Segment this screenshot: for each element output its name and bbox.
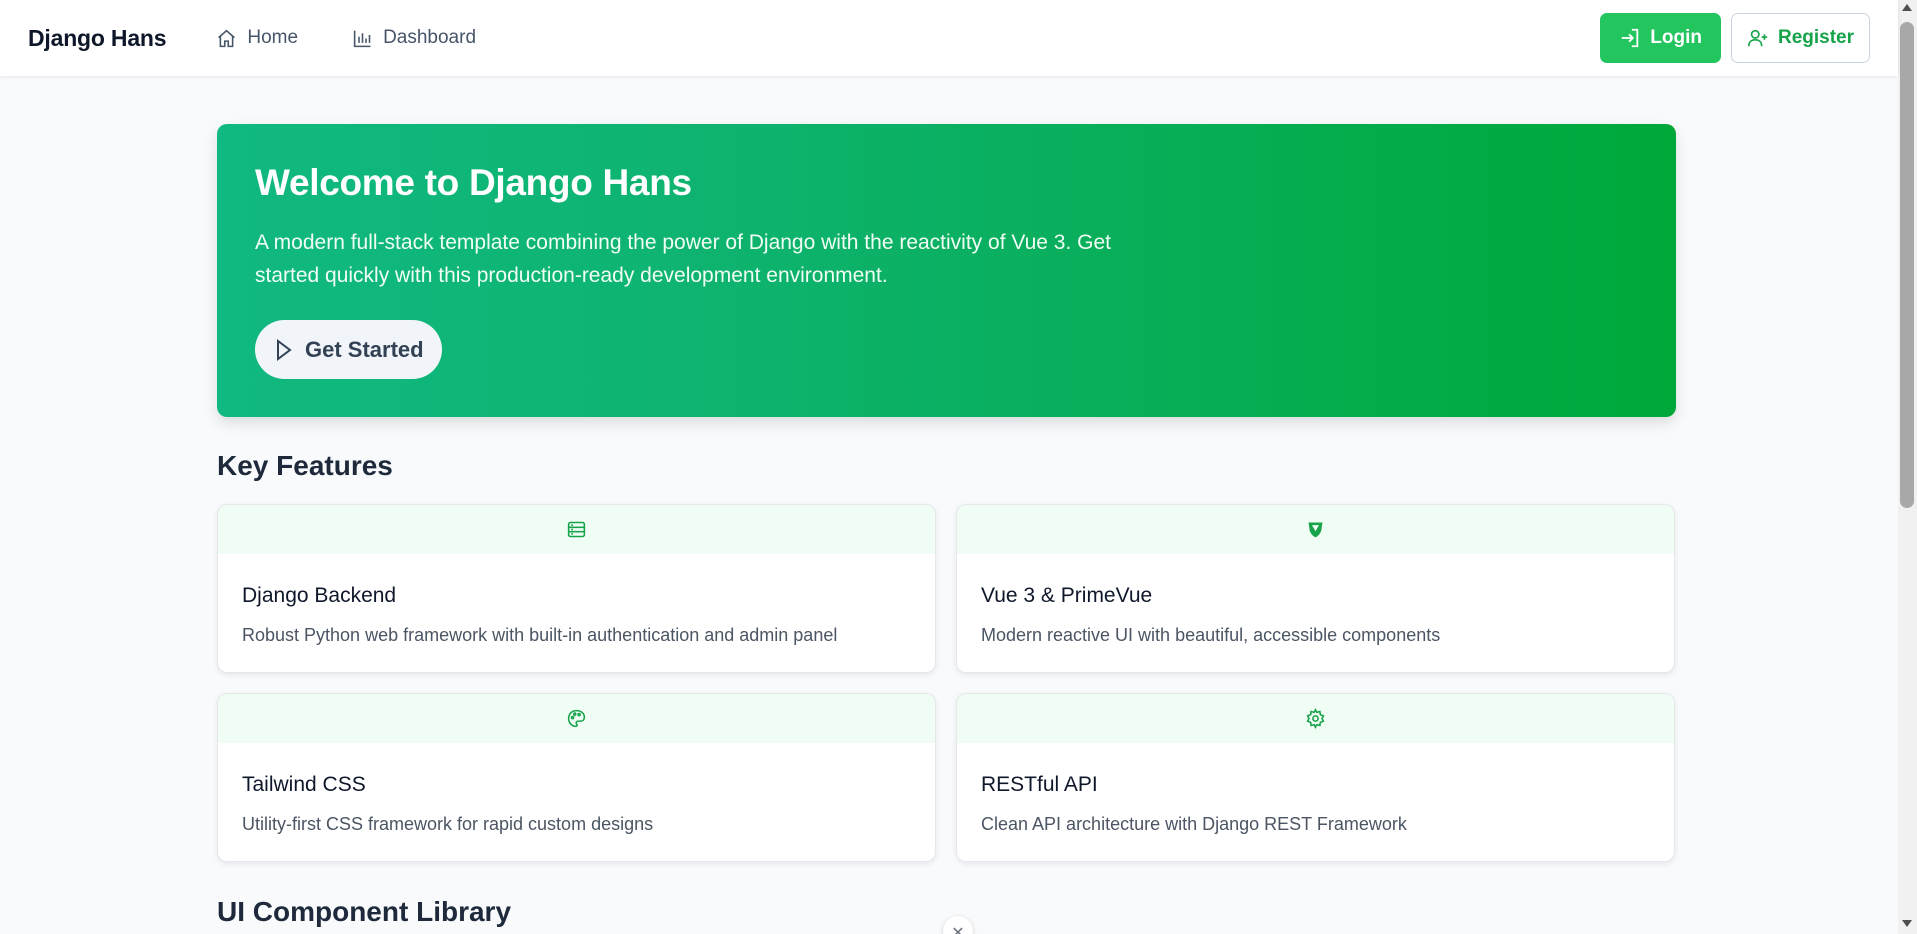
feature-card-description: Modern reactive UI with beautiful, acces… <box>981 625 1441 645</box>
feature-card-header <box>218 505 935 554</box>
user-plus-icon <box>1747 29 1768 47</box>
feature-card: Tailwind CSS Utility-first CSS framework… <box>217 693 936 862</box>
feature-card-description: Utility-first CSS framework for rapid cu… <box>242 814 654 834</box>
nav-item-dashboard[interactable]: Dashboard <box>336 19 492 57</box>
feature-card: Vue 3 & PrimeVue Modern reactive UI with… <box>956 504 1675 673</box>
chart-bar-icon <box>353 30 371 47</box>
nav-item-home[interactable]: Home <box>200 19 314 57</box>
cog-icon <box>1306 708 1325 729</box>
feature-card-title: Django Backend <box>242 584 397 607</box>
auth-buttons: Login Register <box>1600 13 1870 63</box>
feature-card: Django Backend Robust Python web framewo… <box>217 504 936 673</box>
feature-card-header <box>218 694 935 743</box>
register-label: Register <box>1777 27 1854 48</box>
palette-icon <box>567 709 586 728</box>
feature-card-header <box>957 505 1674 554</box>
hero-banner: Welcome to Django Hans A modern full-sta… <box>217 124 1676 417</box>
register-button[interactable]: Register <box>1730 13 1870 63</box>
top-navbar: Django Hans Home Dashboard Login Registe… <box>0 0 1898 76</box>
nav-item-label: Dashboard <box>383 27 477 48</box>
brand-logo[interactable]: Django Hans <box>28 25 167 52</box>
home-icon <box>218 29 236 47</box>
get-started-button[interactable]: Get Started <box>255 320 442 379</box>
server-icon <box>567 521 586 538</box>
section-title-key-features: Key Features <box>217 450 393 481</box>
feature-card-title: Vue 3 & PrimeVue <box>981 584 1153 607</box>
close-icon[interactable]: ✕ <box>943 916 973 934</box>
section-title-ui-component-library: UI Component Library <box>217 896 512 927</box>
hero-title: Welcome to Django Hans <box>255 162 692 203</box>
feature-card-title: RESTful API <box>981 773 1098 796</box>
login-label: Login <box>1650 27 1702 48</box>
scroll-up-arrow-icon[interactable] <box>1902 4 1912 11</box>
feature-card-description: Robust Python web framework with built-i… <box>242 625 838 645</box>
vue-icon <box>1308 522 1323 538</box>
feature-card-description: Clean API architecture with Django REST … <box>981 814 1407 834</box>
feature-card-title: Tailwind CSS <box>242 773 366 796</box>
sign-in-icon <box>1622 28 1639 48</box>
get-started-label: Get Started <box>305 336 424 362</box>
login-button[interactable]: Login <box>1600 13 1721 63</box>
nav-item-label: Home <box>247 27 299 48</box>
feature-card-header <box>957 694 1674 743</box>
hero-description: A modern full-stack template combining t… <box>255 231 1111 287</box>
scrollbar-thumb[interactable] <box>1900 22 1914 508</box>
scroll-down-arrow-icon[interactable] <box>1902 920 1912 927</box>
feature-card: RESTful API Clean API architecture with … <box>956 693 1675 862</box>
play-icon <box>277 338 292 361</box>
